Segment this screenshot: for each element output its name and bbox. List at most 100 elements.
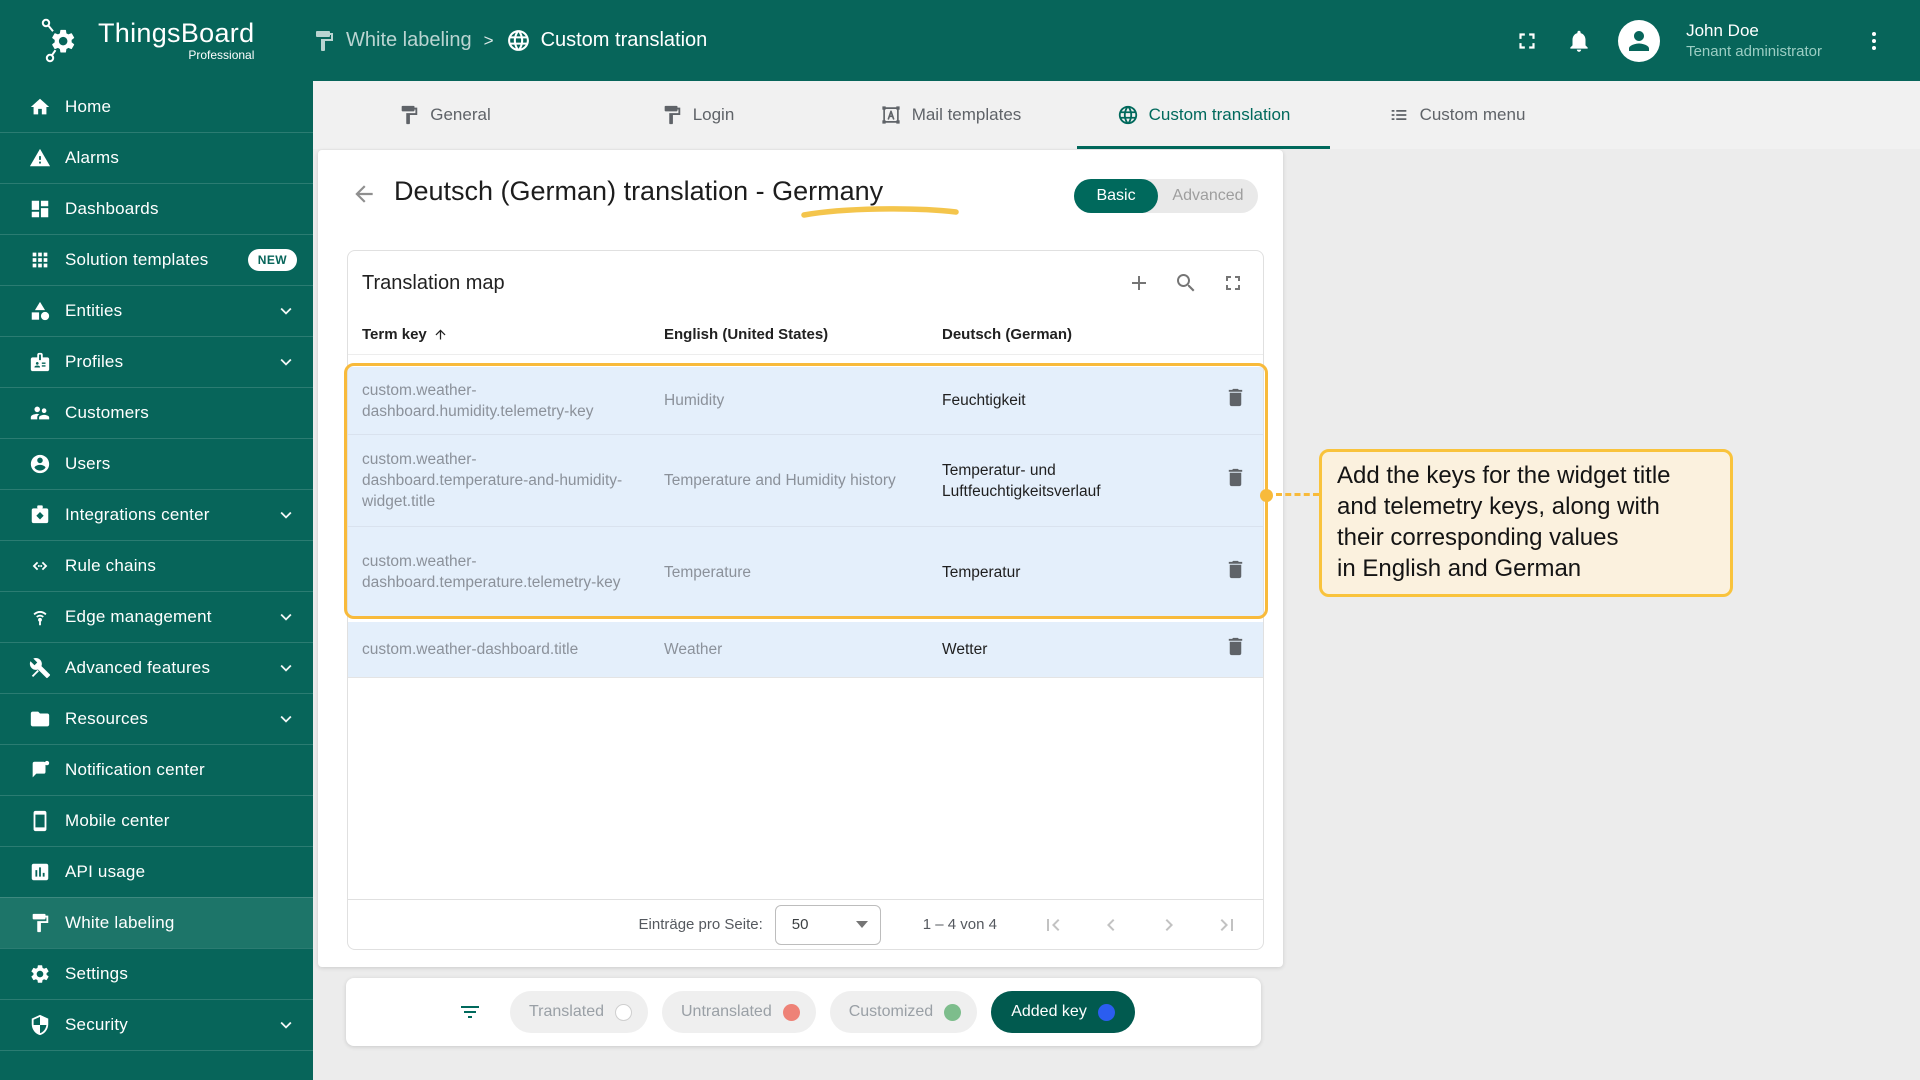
page-size-select[interactable]: 50 [774,904,881,945]
tab-label: General [430,105,491,124]
fullscreen-button[interactable] [1514,28,1540,54]
chevron-down-icon [275,504,297,526]
account-circle-icon [29,453,51,475]
tab-mail-templates[interactable]: Mail templates [824,81,1077,149]
expand-table-button[interactable] [1221,271,1245,295]
sidebar-item-users[interactable]: Users [0,438,313,489]
table-row[interactable]: custom.weather-dashboard.humidity.teleme… [348,367,1263,434]
dropdown-caret-icon [855,921,868,928]
sort-arrow-up-icon [433,327,448,342]
sidebar-item-label: Home [65,96,112,116]
chip-label: Untranslated [681,1003,772,1020]
column-header-english[interactable]: English (United States) [664,326,942,343]
chip-translated[interactable]: Translated [510,991,648,1033]
term-key-cell: custom.weather-dashboard.temperature-and… [362,451,623,510]
table-title: Translation map [362,271,505,294]
last-page-button[interactable] [1215,913,1239,937]
sidebar-item-edge-management[interactable]: Edge management [0,591,313,642]
sidebar-item-label: Settings [65,964,129,983]
sidebar-item-entities[interactable]: Entities [0,285,313,336]
sidebar-item-integrations-center[interactable]: Integrations center [0,489,313,540]
table-row[interactable]: custom.weather-dashboard.temperature.tel… [348,526,1263,617]
chip-added-key[interactable]: Added key [991,991,1135,1033]
toggle-option-basic[interactable]: Basic [1074,179,1158,213]
delete-row-button[interactable] [1224,466,1247,489]
term-key-cell: custom.weather-dashboard.title [362,641,579,658]
add-translation-button[interactable] [1127,271,1151,295]
people-icon [29,402,51,424]
sidebar-item-white-labeling[interactable]: White labeling [0,897,313,948]
sidebar-item-alarms[interactable]: Alarms [0,132,313,183]
chevron-down-icon [275,1014,297,1036]
chevron-down-icon [275,300,297,322]
more-vert-menu-button[interactable] [1862,29,1886,53]
delete-row-button[interactable] [1224,635,1247,658]
list-menu-icon [1388,104,1410,126]
category-shapes-icon [29,300,51,322]
notifications-bell-button[interactable] [1566,28,1592,54]
globe-icon [506,28,531,53]
table-row[interactable]: custom.weather-dashboard.title Weather W… [348,622,1263,678]
previous-page-button[interactable] [1099,913,1123,937]
sidebar-item-notification-center[interactable]: Notification center [0,744,313,795]
integration-box-icon [29,504,51,526]
annotation-connector-dot [1260,489,1273,502]
sidebar-item-label: Mobile center [65,811,170,830]
sidebar-item-advanced-features[interactable]: Advanced features [0,642,313,693]
breadcrumb-section[interactable]: White labeling [312,29,472,53]
sidebar-item-mobile-center[interactable]: Mobile center [0,795,313,846]
delete-row-button[interactable] [1224,386,1247,409]
sidebar-item-rule-chains[interactable]: Rule chains [0,540,313,591]
sidebar-item-label: Advanced features [65,658,211,677]
annotation-connector-dash [1276,493,1319,496]
search-button[interactable] [1174,271,1198,295]
tab-login[interactable]: Login [571,81,824,149]
breadcrumb-page[interactable]: Custom translation [506,28,707,53]
chip-untranslated[interactable]: Untranslated [662,991,816,1033]
avatar[interactable] [1618,19,1661,62]
column-header-term-key[interactable]: Term key [362,326,664,343]
tab-custom-translation[interactable]: Custom translation [1077,81,1330,149]
next-page-button[interactable] [1157,913,1181,937]
delete-row-button[interactable] [1224,558,1247,581]
english-cell: Humidity [664,392,725,409]
sidebar-item-profiles[interactable]: Profiles [0,336,313,387]
tab-custom-menu[interactable]: Custom menu [1330,81,1583,149]
sidebar-item-label: Customers [65,403,149,422]
back-button[interactable] [351,181,377,207]
toggle-option-advanced[interactable]: Advanced [1158,187,1258,205]
items-per-page-label: Einträge pro Seite: [638,916,763,933]
sidebar-item-dashboards[interactable]: Dashboards [0,183,313,234]
paint-roller-icon [661,104,683,126]
first-page-button[interactable] [1041,913,1065,937]
smartphone-icon [29,810,51,832]
pagination-range: 1 – 4 von 4 [922,916,997,933]
chip-label: Customized [848,1003,934,1020]
customized-status-dot [944,1003,962,1021]
sidebar-item-settings[interactable]: Settings [0,948,313,999]
app-logo[interactable]: ThingsBoard Professional [0,15,268,67]
tab-label: Custom menu [1419,105,1526,124]
english-cell: Weather [664,641,723,658]
breadcrumb-section-label: White labeling [346,29,472,51]
sidebar-item-customers[interactable]: Customers [0,387,313,438]
product-edition: Professional [188,48,255,62]
sidebar-item-solution-templates[interactable]: Solution templates NEW [0,234,313,285]
home-icon [29,96,51,118]
tab-general[interactable]: General [318,81,571,149]
sidebar-item-home[interactable]: Home [0,81,313,132]
translated-status-dot [615,1003,632,1021]
column-header-german[interactable]: Deutsch (German) [942,326,1187,343]
sidebar-item-label: Edge management [65,607,212,626]
column-label: Term key [362,326,427,343]
filter-icon[interactable] [458,1000,482,1024]
sidebar-item-api-usage[interactable]: API usage [0,846,313,897]
warning-icon [29,147,51,169]
sidebar-divider [0,1050,313,1080]
table-row[interactable]: custom.weather-dashboard.temperature-and… [348,434,1263,526]
sidebar-item-security[interactable]: Security [0,999,313,1050]
sidebar-item-resources[interactable]: Resources [0,693,313,744]
table-pagination: Einträge pro Seite: 50 1 – 4 von 4 [348,899,1263,949]
added-key-status-dot [1097,1003,1115,1021]
chip-customized[interactable]: Customized [829,991,978,1033]
